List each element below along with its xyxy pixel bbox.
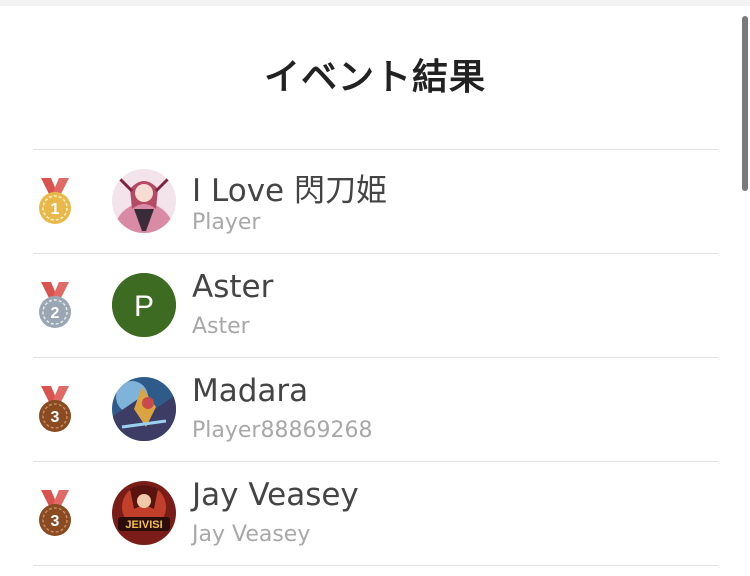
list-item[interactable]: 3 Madara Player88869268 — [33, 357, 718, 461]
jeivisi-logo-icon: JEIVISI — [112, 481, 176, 545]
avatar[interactable] — [112, 377, 176, 441]
list-item[interactable]: 1 I Love 閃刀姫 Player — [33, 149, 718, 253]
bronze-medal-icon: 3 — [39, 490, 71, 536]
player-subtitle: Jay Veasey — [192, 522, 311, 547]
silver-medal-icon: 2 — [39, 282, 71, 328]
medal-rank-label: 2 — [51, 305, 60, 322]
medal-rank-label: 3 — [51, 409, 60, 426]
scrollbar-thumb[interactable] — [742, 16, 748, 191]
avatar[interactable]: P — [112, 273, 176, 337]
player-name: Jay Veasey — [192, 477, 359, 513]
avatar[interactable]: JEIVISI — [112, 481, 176, 545]
medal-rank-label: 3 — [51, 513, 60, 530]
page-title: イベント結果 — [263, 57, 486, 98]
letter-avatar-icon: P — [112, 273, 176, 337]
player-subtitle: Player — [192, 210, 261, 235]
player-subtitle: Aster — [192, 314, 250, 339]
avatar-letter: P — [134, 290, 154, 323]
player-subtitle: Player88869268 — [192, 418, 373, 443]
player-name: Aster — [192, 269, 274, 305]
medal-rank-label: 1 — [51, 201, 60, 218]
top-strip — [0, 0, 750, 6]
gold-medal-icon: 1 — [39, 178, 71, 224]
results-list: 1 I Love 閃刀姫 Player 2 P Aster Aster 3 Ma… — [33, 149, 718, 566]
list-item[interactable]: 3 JEIVISI Jay Veasey Jay Veasey — [33, 461, 718, 566]
player-name: I Love 閃刀姫 — [192, 173, 387, 209]
list-item[interactable]: 2 P Aster Aster — [33, 253, 718, 357]
avatar[interactable] — [112, 169, 176, 233]
bronze-medal-icon: 3 — [39, 386, 71, 432]
card-art-icon — [112, 377, 176, 441]
anime-character-icon — [112, 169, 176, 233]
player-name: Madara — [192, 373, 309, 409]
avatar-logo-text: JEIVISI — [125, 519, 162, 531]
event-results-page: イベント結果 1 I Love 閃刀姫 Player 2 P Aster Ast… — [0, 0, 750, 576]
